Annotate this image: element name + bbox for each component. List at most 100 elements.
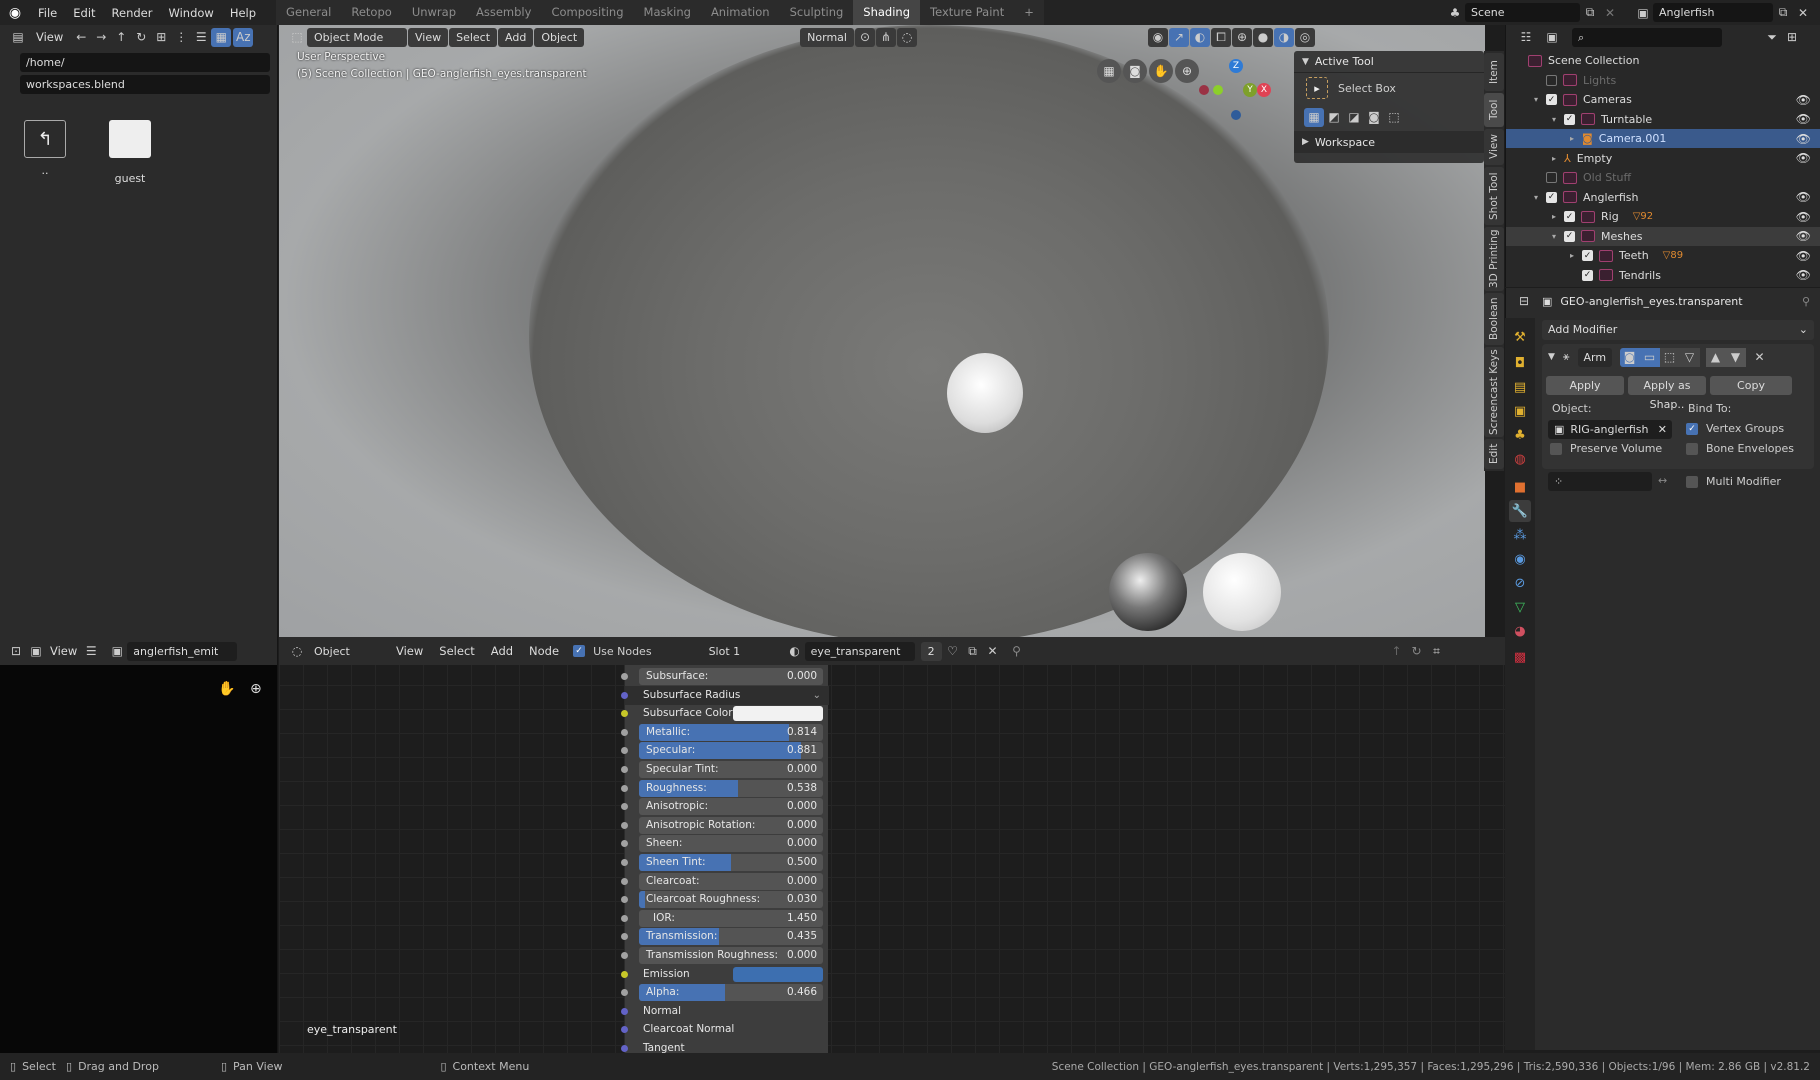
node-value-slider[interactable]: Anisotropic Rotation: 0.000: [639, 816, 823, 834]
outliner-row[interactable]: ▸ ◙ Camera.001 👁: [1506, 129, 1820, 148]
active-tool-row[interactable]: ▸ Select Box: [1294, 73, 1484, 103]
visibility-icon[interactable]: ◉: [1147, 27, 1168, 47]
display-thumbnails-icon[interactable]: ▦: [211, 27, 232, 47]
exclude-checkbox[interactable]: ✓: [1564, 211, 1575, 222]
visibility-eye-icon[interactable]: 👁: [1796, 93, 1811, 107]
view-layer-field[interactable]: Anglerfish: [1653, 3, 1773, 22]
slot-dropdown[interactable]: Slot 1: [702, 642, 778, 661]
display-vertical-icon[interactable]: ⋮: [171, 28, 191, 47]
viewport-editor-type-icon[interactable]: ⬚: [287, 28, 307, 47]
move-up-icon[interactable]: ▲: [1705, 347, 1726, 367]
render-toggle-icon[interactable]: ◙: [1619, 347, 1640, 367]
outliner-row[interactable]: ▾ ✓ Meshes 👁: [1506, 226, 1820, 246]
node-input-row[interactable]: Transmission: 0.435: [621, 927, 829, 946]
axis-x-icon[interactable]: X: [1257, 83, 1271, 97]
object-tab-icon[interactable]: ■: [1509, 476, 1531, 498]
sort-alpha-icon[interactable]: Az: [233, 27, 254, 47]
modifier-name-field[interactable]: Arm: [1577, 347, 1612, 367]
output-tab-icon[interactable]: ▤: [1509, 376, 1531, 398]
select-subtract-icon[interactable]: ◪: [1344, 108, 1364, 127]
menu-render[interactable]: Render: [104, 6, 161, 20]
shading-solid-icon[interactable]: ●: [1252, 27, 1273, 47]
node-socket-icon[interactable]: [621, 691, 628, 699]
tool-settings-tab-icon[interactable]: ⚒: [1509, 326, 1531, 348]
new-collection-icon[interactable]: ⊞: [1782, 28, 1802, 47]
back-icon[interactable]: ←: [71, 28, 91, 47]
expand-arrow-icon[interactable]: ▸: [1570, 134, 1582, 143]
node-value-slider[interactable]: Clearcoat Roughness: 0.030: [639, 891, 823, 909]
copy-button[interactable]: Copy: [1710, 376, 1792, 395]
vp-object-menu[interactable]: Object: [534, 27, 585, 47]
select-intersect-icon[interactable]: ⬚: [1384, 108, 1404, 127]
camera-view-icon[interactable]: ◙: [1123, 59, 1147, 83]
view-layer-icon[interactable]: ▣: [1633, 3, 1653, 22]
scene-field[interactable]: Scene: [1465, 3, 1580, 22]
visibility-eye-icon[interactable]: 👁: [1796, 112, 1811, 126]
visibility-eye-icon[interactable]: 👁: [1796, 190, 1811, 204]
apply-as-shape-button[interactable]: Apply as Shap..: [1628, 376, 1706, 411]
node-socket-icon[interactable]: [621, 1007, 628, 1015]
material-tab-icon[interactable]: ◕: [1509, 620, 1531, 642]
visibility-eye-icon[interactable]: 👁: [1796, 132, 1811, 146]
outliner-row[interactable]: Scene Collection: [1506, 51, 1820, 70]
visibility-eye-icon[interactable]: 👁: [1796, 268, 1811, 282]
node-socket-icon[interactable]: [621, 914, 628, 922]
delete-view-layer-icon[interactable]: ✕: [1793, 3, 1813, 22]
node-socket-icon[interactable]: [621, 803, 628, 811]
render-tab-icon[interactable]: ◘: [1509, 352, 1531, 374]
display-mode-icon[interactable]: ▣: [1542, 28, 1562, 47]
sidebar-tab-boolean[interactable]: Boolean: [1484, 293, 1504, 345]
image-view-mode-icon[interactable]: ▣: [26, 642, 46, 661]
apply-button[interactable]: Apply: [1546, 376, 1624, 395]
material-browse-icon[interactable]: ◐: [785, 642, 805, 661]
object-mode-dropdown[interactable]: Object Mode: [307, 27, 407, 47]
filename-field[interactable]: workspaces.blend: [20, 75, 270, 94]
select-invert-icon[interactable]: ◙: [1364, 108, 1384, 127]
image-browse-icon[interactable]: ▣: [107, 642, 127, 661]
node-input-row[interactable]: Clearcoat Normal: [621, 1020, 829, 1039]
menu-file[interactable]: File: [30, 6, 65, 20]
node-input-row[interactable]: IOR: 1.450: [621, 909, 829, 928]
outliner-row[interactable]: Lights: [1506, 71, 1820, 90]
vp-add-menu[interactable]: Add: [498, 27, 534, 47]
filter-icon[interactable]: ⏷: [1762, 28, 1782, 47]
node-input-row[interactable]: Subsurface Radius ⌄: [621, 685, 829, 705]
outliner-row[interactable]: ▸ ✓ Rig ▽92 👁: [1506, 207, 1820, 226]
node-socket-icon[interactable]: [621, 859, 628, 866]
exclude-checkbox[interactable]: ✓: [1564, 230, 1575, 242]
node-input-row[interactable]: Roughness: 0.538: [621, 779, 829, 798]
xray-icon[interactable]: ⧠: [1210, 27, 1231, 47]
multi-modifier-checkbox[interactable]: Multi Modifier: [1686, 475, 1781, 488]
collapse-arrow-icon[interactable]: ▼: [1548, 352, 1555, 362]
pin-icon[interactable]: ⚲: [1802, 295, 1810, 308]
new-folder-icon[interactable]: ⊞: [151, 28, 171, 47]
collapse-arrow-icon[interactable]: ▾: [1552, 232, 1564, 241]
editor-type-icon[interactable]: ▤: [8, 28, 28, 47]
viewport-toggle-icon[interactable]: ▭: [1639, 347, 1660, 367]
tab-texture-paint[interactable]: Texture Paint: [920, 0, 1015, 25]
snap-icon[interactable]: ⋔: [875, 27, 896, 47]
node-socket-icon[interactable]: [621, 952, 628, 959]
add-workspace-button[interactable]: +: [1014, 0, 1044, 25]
select-set-icon[interactable]: ▦: [1304, 107, 1324, 127]
vertex-groups-checkbox[interactable]: ✓ Vertex Groups: [1686, 422, 1784, 435]
fb-view-menu[interactable]: View: [28, 30, 71, 44]
editmode-toggle-icon[interactable]: ⬚: [1659, 347, 1680, 367]
preserve-volume-checkbox[interactable]: Preserve Volume: [1550, 442, 1662, 455]
physics-tab-icon[interactable]: ◉: [1509, 548, 1531, 570]
node-socket-icon[interactable]: [621, 821, 628, 829]
remove-modifier-icon[interactable]: ✕: [1750, 348, 1770, 367]
world-tab-icon[interactable]: ◍: [1509, 448, 1531, 470]
node-input-row[interactable]: Anisotropic: 0.000: [621, 797, 829, 816]
use-nodes-checkbox[interactable]: ✓ Use Nodes: [573, 645, 652, 658]
forward-icon[interactable]: →: [91, 28, 111, 47]
visibility-eye-icon[interactable]: 👁: [1796, 210, 1811, 224]
node-socket-icon[interactable]: [621, 989, 628, 997]
move-down-icon[interactable]: ▼: [1725, 347, 1746, 367]
sidebar-tab-item[interactable]: Item: [1484, 53, 1504, 91]
node-input-row[interactable]: Clearcoat Roughness: 0.030: [621, 890, 829, 909]
orientation-dropdown[interactable]: Normal: [800, 27, 854, 47]
outliner-row[interactable]: ✓ Tendrils 👁: [1506, 266, 1820, 285]
node-socket-icon[interactable]: [621, 766, 628, 773]
node-value-slider[interactable]: Transmission: 0.435: [639, 928, 823, 946]
